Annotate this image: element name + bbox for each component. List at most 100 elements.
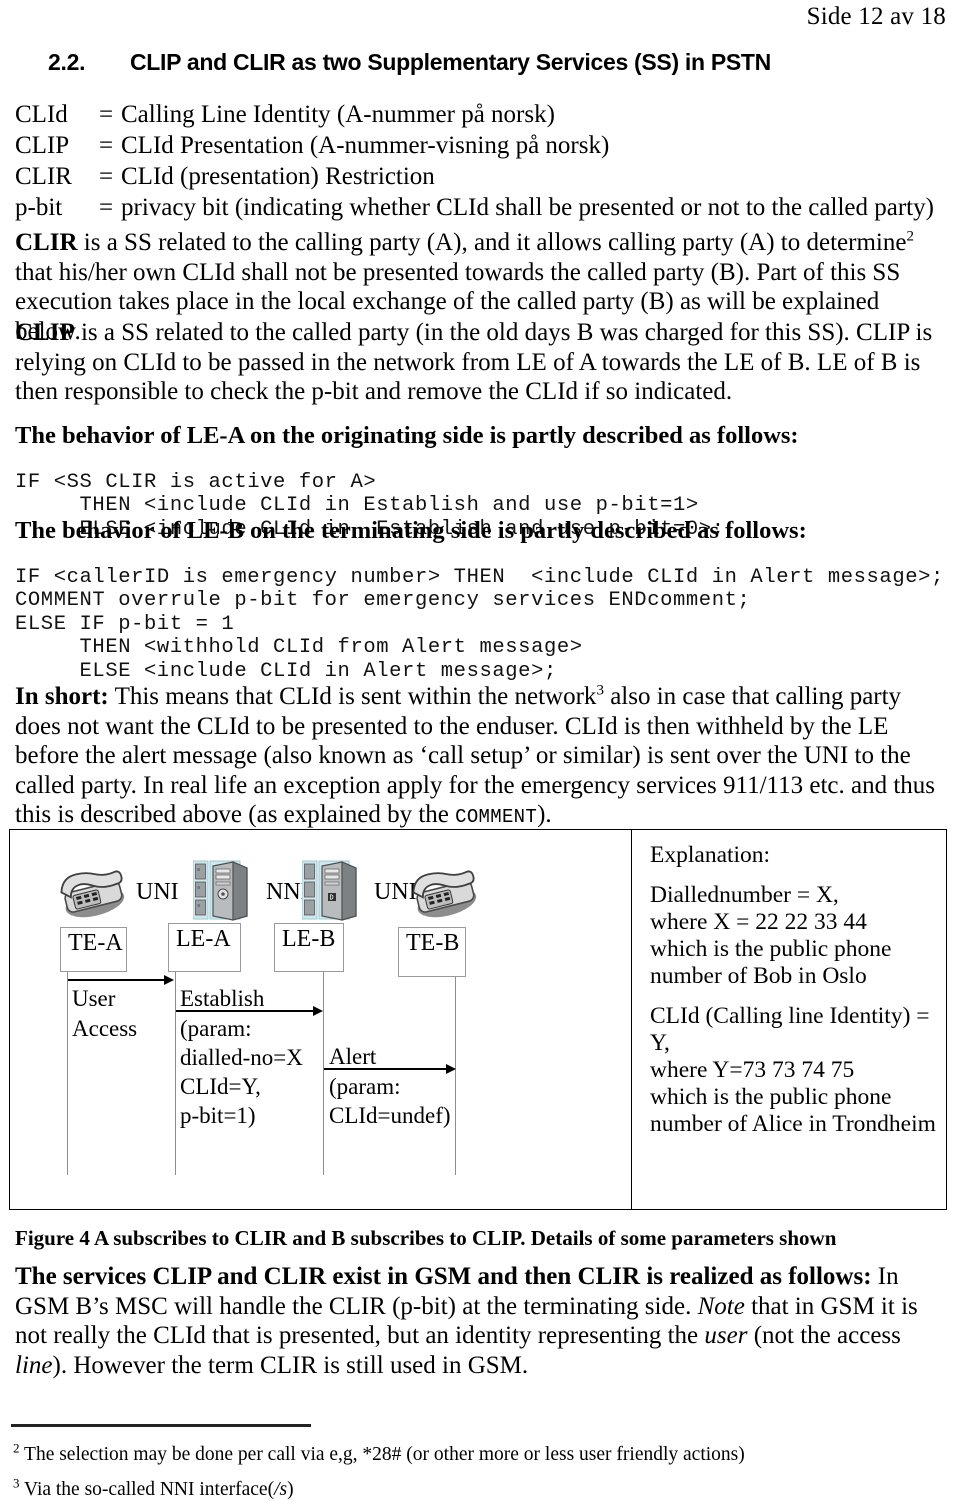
paragraph-in-short: In short: This means that CLId is sent w… <box>15 682 945 833</box>
definition-equals: = <box>99 194 114 221</box>
message-label-establish-line-5: p-bit=1) <box>180 1103 256 1128</box>
server-tower-icon: D <box>301 860 366 927</box>
figure-diagram-cell: UNI ≡ ≡ ≡ NNI D UNI TE-A LE-A LE-B TE-B … <box>10 830 632 1209</box>
paragraph-gsm: The services CLIP and CLIR exist in GSM … <box>15 1262 950 1380</box>
explanation-title: Explanation: <box>650 842 771 868</box>
explanation-block-2-line-2: Y, <box>650 1030 670 1056</box>
page-number-header: Side 12 av 18 <box>806 3 946 30</box>
paragraph-clip: CLIP is a SS related to the called party… <box>15 318 945 407</box>
definition-text: CLId (presentation) Restriction <box>121 163 435 190</box>
definition-list: CLId = Calling Line Identity (A-nummer på … <box>15 99 945 223</box>
message-arrow-establish <box>176 1010 314 1012</box>
message-arrowhead-establish <box>313 1006 323 1016</box>
svg-text:≡: ≡ <box>197 885 200 891</box>
paragraph-gsm-note: Note <box>697 1292 745 1320</box>
footnote-3-italic: /s <box>274 1479 288 1500</box>
message-arrow-user-access <box>68 979 165 981</box>
lifeline-te-b <box>455 977 456 1175</box>
section-number: 2.2. <box>48 49 86 75</box>
node-box-te-a: TE-A <box>60 927 127 972</box>
definition-text: Calling Line Identity (A-nummer på norsk… <box>121 101 555 128</box>
footnote-ref-2: 2 <box>906 228 914 245</box>
explanation-block-2-line-5: number of Alice in Trondheim <box>650 1111 936 1137</box>
message-label-establish-line-3: dialled-no=X <box>180 1045 303 1070</box>
footnote-2: 2 The selection may be done per call via… <box>13 1440 745 1466</box>
svg-text:D: D <box>330 894 334 902</box>
message-arrowhead-user-access <box>164 975 174 985</box>
paragraph-in-short-text-c: ). <box>537 801 552 828</box>
paragraph-in-short-text-a: This means that CLId is sent within the … <box>108 683 597 710</box>
section-heading: 2.2. CLIP and CLIR as two Supplementary S… <box>48 48 930 76</box>
definition-equals: = <box>99 163 114 190</box>
node-box-te-b: TE-B <box>398 927 466 977</box>
heading-behavior-le-b: The behavior of LE-B on the terminating … <box>15 517 807 544</box>
message-label-establish-line-1: Establish <box>180 986 265 1011</box>
definition-equals: = <box>99 132 114 159</box>
definition-equals: = <box>99 101 114 128</box>
explanation-block-1-line-4: number of Bob in Oslo <box>650 963 867 989</box>
paragraph-gsm-line: line <box>15 1351 53 1379</box>
paragraph-clip-text: is a SS related to the called party (in … <box>15 319 933 405</box>
document-page: Side 12 av 18 2.2. CLIP and CLIR as two S… <box>0 0 960 1509</box>
message-arrowhead-alert <box>446 1064 456 1074</box>
explanation-block-2-line-4: which is the public phone <box>650 1084 892 1110</box>
explanation-spacer <box>650 990 940 1003</box>
message-arrow-alert <box>324 1068 447 1070</box>
footnote-3-text-b: ) <box>287 1479 294 1500</box>
paragraph-gsm-user: user <box>704 1322 748 1349</box>
section-title: CLIP and CLIR as two Supplementary Servi… <box>130 49 771 75</box>
footnote-3: 3 Via the so-called NNI interface(/s) <box>13 1475 294 1501</box>
telephone-icon <box>56 863 128 924</box>
node-box-le-b: LE-B <box>274 923 344 972</box>
lifeline-te-a <box>67 972 68 1175</box>
comment-token: COMMENT <box>455 806 538 828</box>
lifeline-le-a <box>175 972 176 1175</box>
footnote-2-text: The selection may be done per call via e… <box>24 1444 745 1465</box>
message-label-alert-line-2: (param: <box>329 1074 401 1099</box>
paragraph-clir-lead: CLIR <box>15 229 78 256</box>
explanation-block-1-line-2: where X = 22 22 33 44 <box>650 909 867 935</box>
interface-label-uni-left: UNI <box>136 879 179 905</box>
message-label-alert-line-3: CLId=undef) <box>329 1103 451 1128</box>
definition-row: p-bit = privacy bit (indicating whether CL… <box>15 192 945 223</box>
sequence-diagram: UNI ≡ ≡ ≡ NNI D UNI TE-A LE-A LE-B TE-B … <box>10 830 631 1209</box>
footnote-ref-3: 3 <box>596 682 604 699</box>
telephone-icon <box>408 863 480 924</box>
explanation-spacer <box>650 869 940 882</box>
figure-explanation-cell: Explanation: Diallednumber = X, where X … <box>632 830 946 1209</box>
message-label-establish-line-2: (param: <box>180 1016 252 1041</box>
explanation-block-1-line-1: Diallednumber = X, <box>650 882 839 908</box>
explanation-block-2-line-3: where Y=73 73 74 75 <box>650 1057 855 1083</box>
heading-behavior-le-a: The behavior of LE-A on the originating … <box>15 422 799 449</box>
definition-text: privacy bit (indicating whether CLId sha… <box>121 194 934 221</box>
lifeline-le-b <box>323 972 324 1175</box>
paragraph-clir-text-a: is a SS related to the calling party (A)… <box>77 229 907 256</box>
explanation-block-2-line-1: CLId (Calling line Identity) = <box>650 1003 930 1029</box>
message-label-user-access-line-1: User <box>72 986 116 1011</box>
figure-caption: Figure 4 A subscribes to CLIR and B subs… <box>15 1226 837 1250</box>
message-label-alert-line-1: Alert <box>329 1044 377 1069</box>
definition-term: CLIP <box>15 132 70 159</box>
message-label-user-access-line-2: Access <box>72 1016 138 1041</box>
server-tower-icon: ≡ ≡ ≡ <box>192 860 257 927</box>
code-block-le-b: IF <callerID is emergency number> THEN <… <box>15 565 944 683</box>
paragraph-gsm-text-d: ). However the term CLIR is still used i… <box>52 1351 529 1379</box>
definition-text: CLId Presentation (A-nummer-visning på n… <box>121 132 610 159</box>
definition-term: CLIR <box>15 163 72 190</box>
paragraph-in-short-lead: In short: <box>15 683 109 710</box>
node-box-le-a: LE-A <box>168 923 241 972</box>
paragraph-gsm-lead: The services CLIP and CLIR exist in GSM … <box>15 1263 872 1290</box>
svg-text:≡: ≡ <box>197 867 200 873</box>
message-label-establish-line-4: CLId=Y, <box>180 1074 261 1099</box>
footnote-2-marker: 2 <box>13 1440 20 1456</box>
definition-row: CLId = Calling Line Identity (A-nummer på … <box>15 99 945 130</box>
explanation-block-1-line-3: which is the public phone <box>650 936 892 962</box>
footnote-separator <box>11 1424 311 1427</box>
svg-text:≡: ≡ <box>197 903 200 909</box>
paragraph-clip-lead: CLIP <box>15 319 75 346</box>
figure-table: UNI ≡ ≡ ≡ NNI D UNI TE-A LE-A LE-B TE-B … <box>9 829 947 1210</box>
definition-row: CLIP = CLId Presentation (A-nummer-visning… <box>15 130 945 161</box>
footnote-3-marker: 3 <box>13 1475 20 1491</box>
footnote-3-text-a: Via the so-called NNI interface( <box>24 1479 275 1500</box>
paragraph-gsm-text-c: (not the access <box>747 1322 901 1349</box>
